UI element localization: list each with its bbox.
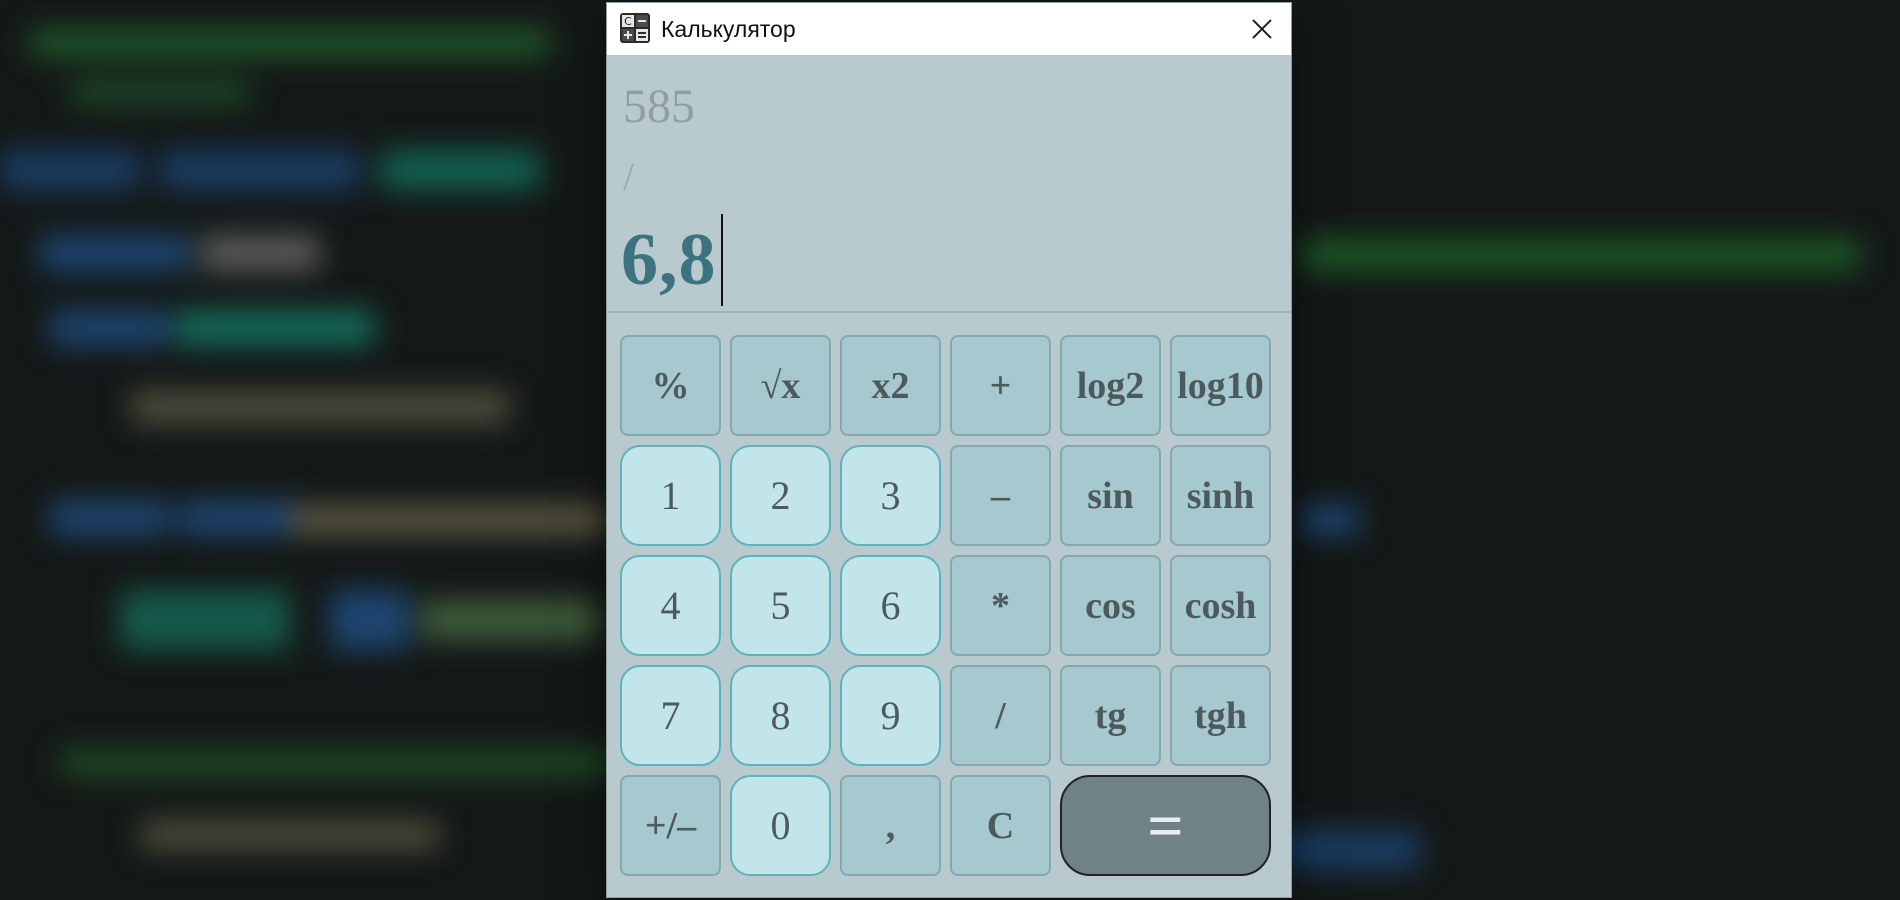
- current-value-field[interactable]: 6,8: [621, 214, 723, 306]
- digit-1-button[interactable]: 1: [620, 445, 721, 546]
- log10-button[interactable]: log10: [1170, 335, 1271, 436]
- close-icon: [1252, 19, 1272, 39]
- previous-operand: 585: [623, 80, 695, 133]
- percent-button[interactable]: %: [620, 335, 721, 436]
- digit-6-button[interactable]: 6: [840, 555, 941, 656]
- tg-button[interactable]: tg: [1060, 665, 1161, 766]
- sin-button[interactable]: sin: [1060, 445, 1161, 546]
- square-button[interactable]: x2: [840, 335, 941, 436]
- multiply-button[interactable]: *: [950, 555, 1051, 656]
- negate-button[interactable]: +/–: [620, 775, 721, 876]
- digit-9-button[interactable]: 9: [840, 665, 941, 766]
- digit-8-button[interactable]: 8: [730, 665, 831, 766]
- plus-button[interactable]: +: [950, 335, 1051, 436]
- cos-button[interactable]: cos: [1060, 555, 1161, 656]
- calculator-icon: C: [619, 12, 651, 44]
- calculator-display: 585 / 6,8: [607, 55, 1291, 313]
- decimal-button[interactable]: ,: [840, 775, 941, 876]
- digit-4-button[interactable]: 4: [620, 555, 721, 656]
- digit-2-button[interactable]: 2: [730, 445, 831, 546]
- digit-5-button[interactable]: 5: [730, 555, 831, 656]
- close-button[interactable]: [1233, 3, 1291, 55]
- text-caret: [720, 214, 723, 306]
- digit-0-button[interactable]: 0: [730, 775, 831, 876]
- divide-button[interactable]: /: [950, 665, 1051, 766]
- digit-7-button[interactable]: 7: [620, 665, 721, 766]
- clear-button[interactable]: C: [950, 775, 1051, 876]
- digit-3-button[interactable]: 3: [840, 445, 941, 546]
- title-bar[interactable]: C Калькулятор: [607, 3, 1291, 55]
- current-value: 6,8: [621, 218, 717, 301]
- pending-operator: /: [623, 154, 635, 199]
- keypad: % √x x2 + log2 log10 1 2 3– sin sinh 4 5 6 * cos cosh 7 8 9…: [620, 335, 1280, 880]
- svg-text:C: C: [624, 15, 632, 28]
- tgh-button[interactable]: tgh: [1170, 665, 1271, 766]
- calculator-window: C Калькулятор 585 / 6,8 % √x x2 + log2 log10 1…: [607, 3, 1291, 897]
- minus-button[interactable]: –: [950, 445, 1051, 546]
- window-title: Калькулятор: [661, 16, 796, 42]
- log2-button[interactable]: log2: [1060, 335, 1161, 436]
- sinh-button[interactable]: sinh: [1170, 445, 1271, 546]
- cosh-button[interactable]: cosh: [1170, 555, 1271, 656]
- equals-button[interactable]: =: [1060, 775, 1271, 876]
- sqrt-button[interactable]: √x: [730, 335, 831, 436]
